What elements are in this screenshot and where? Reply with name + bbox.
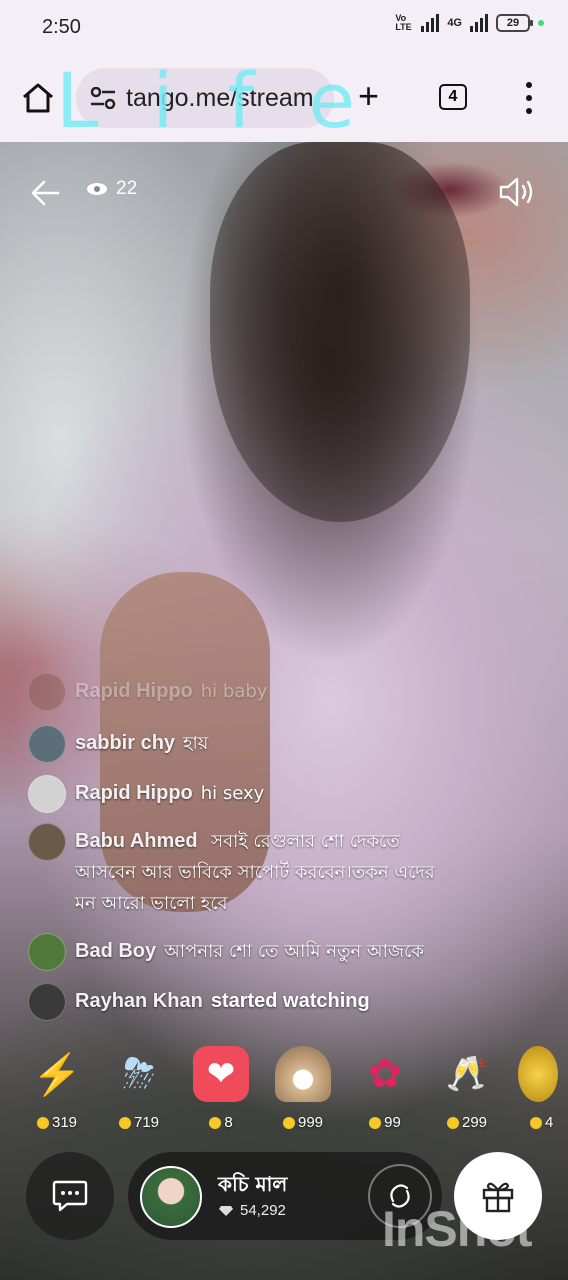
back-button[interactable] [30,178,60,208]
gift-item-heart[interactable]: ❤ 8 [186,1046,256,1131]
signal-icon-2 [470,14,488,32]
heart-message-icon: ❤ [193,1046,249,1102]
avatar [28,775,66,813]
chat-text: hi baby [200,681,268,702]
gift-item-pearl[interactable]: 999 [268,1046,338,1131]
battery-level: 29 [506,17,520,29]
speaker-icon [499,177,533,207]
clock: 2:50 [42,16,81,38]
pearl-shell-icon [275,1046,331,1102]
gift-bar: ⚡ 319 ⛈ 719 ❤ 8 999 ✿ 99 🥂 299 4 [0,1046,568,1146]
host-avatar[interactable] [140,1166,202,1228]
coin-icon [446,1116,459,1129]
chat-username[interactable]: Babu Ahmed [75,830,198,852]
chat-message: Rapid Hippo hi baby [28,673,268,711]
avatar [28,983,66,1021]
avatar [28,933,66,971]
address-bar[interactable]: tango.me/stream [76,68,334,128]
gift-price: 999 [297,1114,324,1131]
diamond-value: 54,292 [240,1202,286,1219]
chat-text: started watching [210,990,370,1012]
avatar [28,673,66,711]
eye-icon [87,183,107,195]
network-type-label: 4G [447,17,462,29]
coin-icon [209,1116,222,1129]
avatar [28,725,66,763]
host-diamond-count: 54,292 [218,1202,286,1219]
chat-message: Bad Boy আপনার শো তে আমি নতুন আজকে [28,933,424,971]
chat-message: Babu Ahmed সবাই রেগুলার শো দেকতে আসবেন আ… [28,823,458,919]
gift-price: 719 [133,1114,160,1131]
status-bar: 2:50 Vo LTE 4G 29 [0,0,568,54]
url-text: tango.me/stream [126,83,314,112]
chat-text: hi sexy [200,783,265,804]
gift-price: 4 [545,1114,554,1131]
gift-item-rose[interactable]: ✿ 99 [350,1046,420,1131]
coin-icon [36,1116,49,1129]
diamond-icon [219,1205,233,1216]
tab-count: 4 [448,88,458,105]
new-tab-button[interactable]: + [358,76,379,116]
viewer-count: 22 [116,178,138,199]
inshot-watermark: InShot [382,1201,533,1257]
chat-message: Rapid Hippo hi sexy [28,775,265,813]
gift-item-champagne[interactable]: 🥂 299 [432,1046,502,1131]
rose-icon: ✿ [368,1052,402,1096]
gift-item-lightning[interactable]: ⚡ 319 [22,1046,92,1132]
coin-icon [282,1116,295,1129]
champagne-icon: 🥂 [445,1055,489,1093]
volte-label: Vo LTE [395,13,412,32]
battery-icon: 29 [496,14,533,32]
gift-item-coin[interactable]: 4 [508,1046,568,1131]
chat-username[interactable]: Bad Boy [75,936,156,967]
screen: 2:50 Vo LTE 4G 29 tango.me/stream + 4 Li… [0,0,568,1280]
more-menu-button[interactable] [520,82,538,114]
coin-icon [530,1116,542,1129]
chat-text: আপনার শো তে আমি নতুন আজকে [164,941,424,962]
chat-text: হায় [183,733,209,754]
browser-toolbar: tango.me/stream + 4 [0,54,568,142]
chat-button[interactable] [26,1152,114,1240]
gift-price: 8 [224,1114,233,1131]
gift-price: 299 [461,1114,488,1131]
chat-message: sabbir chy হায় [28,725,209,763]
gift-price: 99 [384,1114,401,1131]
coin-icon [118,1116,131,1129]
sound-button[interactable] [498,176,536,208]
chat-message: Rayhan Khan started watching [28,983,370,1021]
arrow-left-icon [31,180,60,206]
system-icons: Vo LTE 4G 29 [395,14,544,32]
home-icon [23,83,53,113]
chat-username[interactable]: sabbir chy [75,728,175,759]
storm-cloud-icon: ⛈ [123,1051,155,1096]
host-name: কচি মাল [218,1172,288,1196]
signal-icon [421,14,440,32]
chat-username[interactable]: Rapid Hippo [75,676,193,707]
site-settings-icon[interactable] [90,87,116,109]
chat-username[interactable]: Rayhan Khan [75,986,203,1017]
chat-username[interactable]: Rapid Hippo [75,778,193,809]
gold-coin-icon [518,1046,558,1102]
coin-icon [369,1116,382,1129]
home-button[interactable] [20,80,56,116]
avatar [28,823,66,861]
lightning-icon: ⚡ [32,1052,82,1097]
viewer-counter: 22 [86,178,137,200]
video-subject-hair [210,142,470,522]
chat-bubble-icon [52,1180,88,1212]
tab-switcher-button[interactable]: 4 [439,84,467,110]
gift-price: 319 [51,1114,78,1131]
gift-item-storm[interactable]: ⛈ 719 [104,1046,174,1131]
notification-dot-icon [538,20,544,26]
